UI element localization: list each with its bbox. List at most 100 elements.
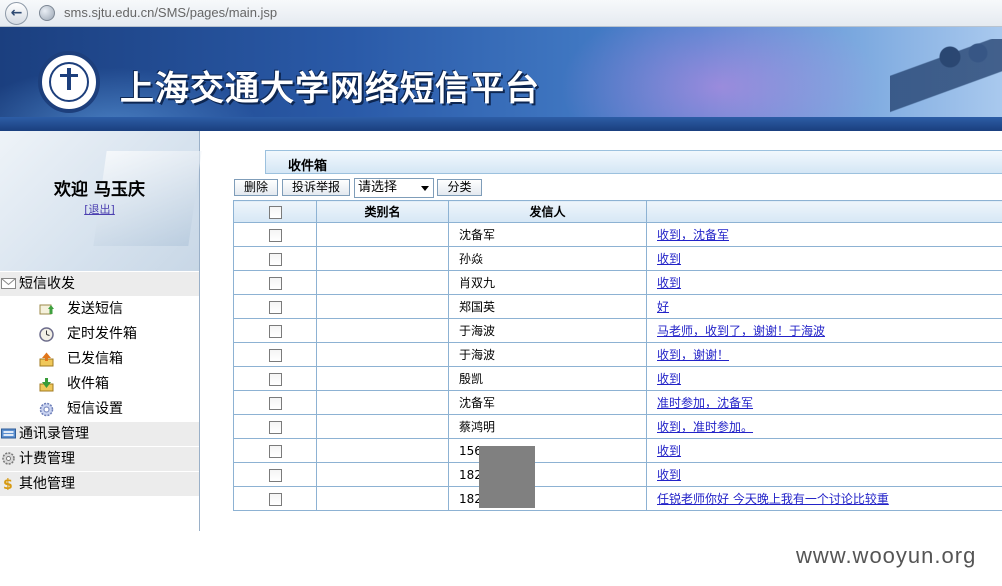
sidebar-item-label: 发送短信 — [67, 301, 123, 317]
menu-group-address-book[interactable]: 通讯录管理 — [0, 422, 199, 446]
category-select-value: 请选择 — [358, 180, 398, 195]
message-link[interactable]: 收到 — [657, 444, 681, 458]
sidebar-item-scheduled-outbox[interactable]: 定时发件箱 — [0, 322, 199, 347]
select-all-checkbox[interactable] — [268, 205, 282, 219]
message-link[interactable]: 收到，准时参加。 — [657, 420, 753, 434]
banner-glow — [560, 27, 880, 131]
message-cell: 收到，沈备军 — [646, 222, 1002, 247]
category-select[interactable]: 请选择 — [354, 178, 434, 198]
sidebar-item-send-sms[interactable]: 发送短信 — [0, 297, 199, 322]
sidebar-item-sent-box[interactable]: 已发信箱 — [0, 347, 199, 372]
menu-group-label: 短信收发 — [19, 276, 75, 292]
table-row[interactable]: 沈备军 准时参加，沈备军 — [233, 390, 1002, 415]
table-row[interactable]: 肖双九 收到 — [233, 270, 1002, 295]
sender-cell: 殷凯 — [448, 366, 647, 391]
message-link[interactable]: 收到 — [657, 372, 681, 386]
table-row[interactable]: 182 任锐老师你好 今天晚上我有一个讨论比较重 — [233, 486, 1002, 511]
message-link[interactable]: 任锐老师你好 今天晚上我有一个讨论比较重 — [657, 492, 889, 506]
redaction-block — [479, 446, 535, 508]
table-row[interactable]: 郑国英好 — [233, 294, 1002, 319]
category-cell — [316, 294, 449, 319]
inbox-table: 类别名 发信人 沈备军 收到，沈备军 孙焱 收到 肖双九 收到 郑国英好于海波 马老师，收到了… — [233, 200, 1002, 511]
envelope-icon — [1, 278, 16, 289]
university-seal-logo — [38, 51, 100, 113]
row-checkbox[interactable] — [268, 372, 282, 386]
table-row[interactable]: 孙焱 收到 — [233, 246, 1002, 271]
message-link[interactable]: 收到 — [657, 252, 681, 266]
row-checkbox-cell — [233, 486, 317, 511]
row-checkbox-cell — [233, 222, 317, 247]
category-cell — [316, 462, 449, 487]
message-link[interactable]: 好 — [657, 300, 669, 314]
row-checkbox[interactable] — [268, 444, 282, 458]
delete-button[interactable]: 删除 — [234, 179, 278, 196]
site-banner: 上海交通大学网络短信平台 — [0, 27, 1002, 131]
message-link[interactable]: 收到，谢谢！ — [657, 348, 729, 362]
message-link[interactable]: 马老师，收到了，谢谢！于海波 — [657, 324, 825, 338]
row-checkbox[interactable] — [268, 468, 282, 482]
row-checkbox[interactable] — [268, 396, 282, 410]
clock-icon — [39, 327, 54, 342]
logout-link[interactable]: [退出] — [0, 201, 199, 217]
category-cell — [316, 342, 449, 367]
report-button[interactable]: 投诉举报 — [282, 179, 350, 196]
outbox-icon — [39, 352, 54, 367]
table-row[interactable]: 蔡鸿明 收到，准时参加。 — [233, 414, 1002, 439]
select-all-cell — [233, 200, 317, 223]
sidebar-item-label: 定时发件箱 — [67, 326, 137, 342]
menu-group-billing[interactable]: 计费管理 — [0, 447, 199, 471]
sidebar-item-inbox[interactable]: 收件箱 — [0, 372, 199, 397]
message-link[interactable]: 收到 — [657, 276, 681, 290]
row-checkbox[interactable] — [268, 276, 282, 290]
sidebar-item-label: 短信设置 — [67, 401, 123, 417]
section-title: 收件箱 — [288, 159, 328, 174]
row-checkbox[interactable] — [268, 348, 282, 362]
message-cell: 收到 — [646, 462, 1002, 487]
menu-group-sms[interactable]: 短信收发 — [0, 272, 199, 296]
table-row[interactable]: 于海波 马老师，收到了，谢谢！于海波 — [233, 318, 1002, 343]
row-checkbox[interactable] — [268, 300, 282, 314]
message-cell: 收到 — [646, 366, 1002, 391]
back-arrow-icon[interactable]: ← — [5, 2, 28, 25]
message-cell: 收到 — [646, 246, 1002, 271]
url-field[interactable]: sms.sjtu.edu.cn/SMS/pages/main.jsp — [64, 5, 277, 20]
sender-cell: 沈备军 — [448, 222, 647, 247]
message-link[interactable]: 收到，沈备军 — [657, 228, 729, 242]
table-row[interactable]: 于海波 收到，谢谢！ — [233, 342, 1002, 367]
row-checkbox[interactable] — [268, 252, 282, 266]
row-checkbox[interactable] — [268, 228, 282, 242]
category-cell — [316, 390, 449, 415]
row-checkbox-cell — [233, 438, 317, 463]
menu-group-other[interactable]: $ 其他管理 — [0, 472, 199, 496]
column-header-message — [646, 200, 1002, 223]
dollar-icon: $ — [3, 477, 13, 490]
column-header-sender: 发信人 — [448, 200, 647, 223]
message-cell: 马老师，收到了，谢谢！于海波 — [646, 318, 1002, 343]
gear-icon — [39, 402, 54, 417]
row-checkbox[interactable] — [268, 324, 282, 338]
row-checkbox-cell — [233, 414, 317, 439]
sidebar-item-sms-settings[interactable]: 短信设置 — [0, 397, 199, 422]
sender-cell: 孙焱 — [448, 246, 647, 271]
table-row[interactable]: 182 收到 — [233, 462, 1002, 487]
row-checkbox[interactable] — [268, 420, 282, 434]
sidebar-menu: 短信收发 发送短信 定时发件箱 已发信箱 收件箱 短信设置 通讯录管理 计费管理… — [0, 272, 199, 497]
classify-button[interactable]: 分类 — [437, 179, 482, 196]
message-cell: 收到，准时参加。 — [646, 414, 1002, 439]
site-title: 上海交通大学网络短信平台 — [120, 69, 540, 109]
category-cell — [316, 270, 449, 295]
banner-strip — [0, 117, 1002, 131]
chevron-down-icon — [421, 186, 429, 191]
message-link[interactable]: 收到 — [657, 468, 681, 482]
welcome-panel: 欢迎 马玉庆 [退出] — [0, 131, 202, 271]
banner-photo — [890, 39, 1002, 119]
table-row[interactable]: 殷凯 收到 — [233, 366, 1002, 391]
welcome-text: 欢迎 马玉庆 — [54, 180, 145, 200]
table-row[interactable]: 156 收到 — [233, 438, 1002, 463]
row-checkbox-cell — [233, 342, 317, 367]
sender-cell: 沈备军 — [448, 390, 647, 415]
globe-icon — [39, 5, 55, 21]
table-row[interactable]: 沈备军 收到，沈备军 — [233, 222, 1002, 247]
row-checkbox[interactable] — [268, 492, 282, 506]
message-link[interactable]: 准时参加，沈备军 — [657, 396, 753, 410]
